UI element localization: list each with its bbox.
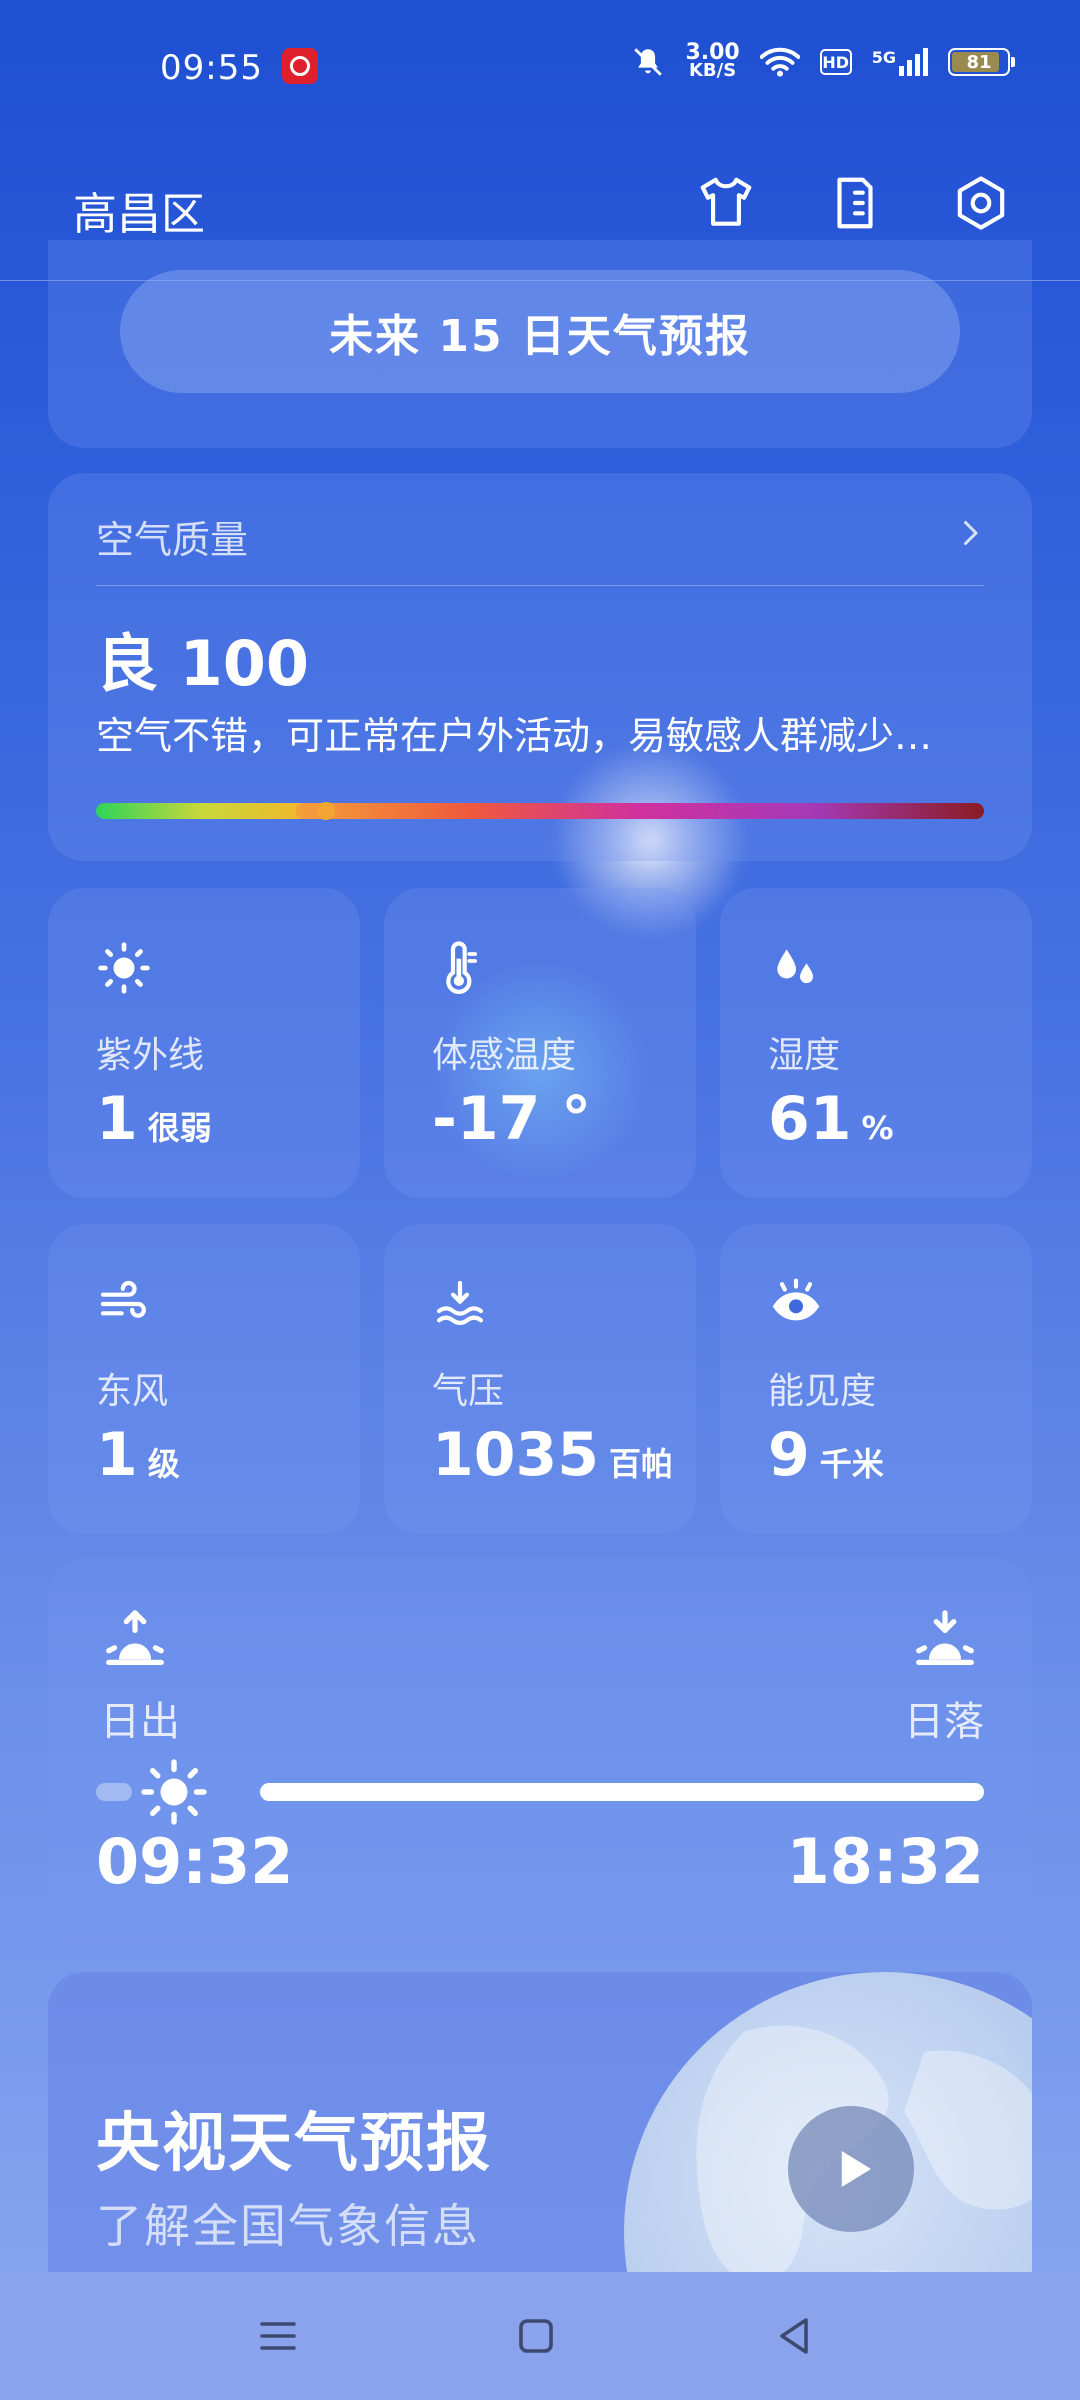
tile-label: 体感温度: [432, 1035, 577, 1076]
battery-icon: 81: [948, 48, 1015, 76]
pressure-icon: [436, 1280, 484, 1326]
system-nav-bar: [0, 2272, 1080, 2400]
play-button[interactable]: [788, 2106, 914, 2232]
visibility-unit: 千米: [819, 1445, 884, 1483]
network-type: 5G: [871, 48, 896, 67]
visibility-tile[interactable]: 能见度 9 千米: [720, 1224, 1032, 1534]
tile-value: 61%: [768, 1084, 894, 1154]
tile-value: 1级: [96, 1420, 180, 1490]
app-notification-icon: [282, 48, 318, 84]
feels-like-tile[interactable]: 体感温度 -17 °: [384, 888, 696, 1198]
document-icon[interactable]: [824, 172, 886, 234]
eye-icon: [772, 1278, 820, 1321]
pressure-tile[interactable]: 气压 1035 百帕: [384, 1224, 696, 1534]
status-time: 09:55: [160, 48, 263, 88]
sunset-time: 18:32: [786, 1825, 984, 1898]
hd-badge: HD: [819, 49, 852, 75]
tile-value: -17 °: [432, 1084, 601, 1154]
wind-icon: [100, 1280, 146, 1318]
daylight-remaining: [260, 1783, 984, 1801]
status-bar: 09:55 3.00 KB/S HD 5G 81: [0, 0, 1080, 130]
wind-tile[interactable]: 东风 1级: [48, 1224, 360, 1534]
tile-label: 东风: [96, 1371, 169, 1412]
cctv-weather-card[interactable]: 央视天气预报 了解全国气象信息: [48, 1972, 1032, 2272]
pressure-unit: 百帕: [609, 1445, 674, 1483]
mute-icon: [634, 48, 663, 76]
uv-value: 1: [96, 1084, 138, 1154]
sunrise-label: 日出: [100, 1699, 180, 1745]
sunrise-time: 09:32: [96, 1825, 294, 1898]
cctv-subtitle: 了解全国气象信息: [96, 2199, 480, 2253]
wind-value: 1: [96, 1420, 138, 1490]
chevron-right-icon: [964, 521, 978, 545]
aqi-scale-bad: [296, 803, 984, 819]
humidity-value: 61: [768, 1084, 852, 1154]
air-quality-description: 空气不错，可正常在户外活动，易敏感人群减少…: [96, 714, 933, 758]
tile-label: 湿度: [768, 1035, 841, 1076]
home-icon[interactable]: [512, 2312, 560, 2360]
uv-unit: 很弱: [147, 1109, 212, 1147]
tshirt-icon[interactable]: [695, 172, 757, 234]
signal-icon: 5G: [872, 48, 928, 76]
settings-icon[interactable]: [950, 172, 1012, 234]
thermometer-icon: [446, 941, 478, 994]
15-day-forecast-button[interactable]: 未来 15 日天气预报: [120, 270, 960, 393]
sunrise-sunset-card: 日出 日落 09:32 18:32: [48, 1559, 1032, 1947]
sun-position-icon: [141, 1759, 207, 1825]
humidity-icon: [777, 949, 814, 984]
aqi-scale-good: [96, 803, 308, 819]
tile-label: 紫外线: [96, 1035, 205, 1076]
wifi-icon: [759, 47, 800, 77]
sunset-icon: [916, 1610, 974, 1666]
play-icon: [841, 2151, 871, 2187]
wind-unit: 级: [147, 1445, 180, 1483]
tile-label: 气压: [432, 1371, 505, 1412]
sunrise-icon: [106, 1610, 164, 1666]
air-quality-value: 良 100: [96, 627, 310, 700]
tile-value: 1 很弱: [96, 1084, 212, 1154]
forecast-card: 未来 15 日天气预报: [48, 240, 1032, 448]
battery-level: 81: [966, 51, 992, 73]
location-title[interactable]: 高昌区: [73, 178, 205, 242]
divider: [96, 585, 984, 586]
daylight-progress: [96, 1759, 984, 1825]
daylight-elapsed: [96, 1783, 132, 1801]
air-quality-card[interactable]: 空气质量 良 100 空气不错，可正常在户外活动，易敏感人群减少…: [48, 473, 1032, 861]
air-quality-title: 空气质量: [96, 518, 249, 562]
aqi-indicator: [317, 802, 335, 820]
visibility-value: 9: [768, 1420, 810, 1490]
tile-label: 能见度: [768, 1371, 877, 1412]
back-icon[interactable]: [770, 2312, 818, 2360]
humidity-tile[interactable]: 湿度 61%: [720, 888, 1032, 1198]
pressure-value: 1035: [432, 1420, 599, 1490]
humidity-unit: %: [861, 1109, 894, 1147]
cctv-title: 央视天气预报: [96, 2107, 492, 2181]
network-speed: 3.00 KB/S: [685, 42, 739, 81]
tile-value: 1035 百帕: [432, 1420, 673, 1490]
sunset-label: 日落: [904, 1699, 984, 1745]
feels-like-value: -17 °: [432, 1084, 592, 1154]
menu-icon[interactable]: [254, 2312, 302, 2360]
speed-unit: KB/S: [688, 60, 737, 81]
tile-value: 9 千米: [768, 1420, 884, 1490]
uv-tile[interactable]: 紫外线 1 很弱: [48, 888, 360, 1198]
sun-icon: [98, 942, 150, 994]
